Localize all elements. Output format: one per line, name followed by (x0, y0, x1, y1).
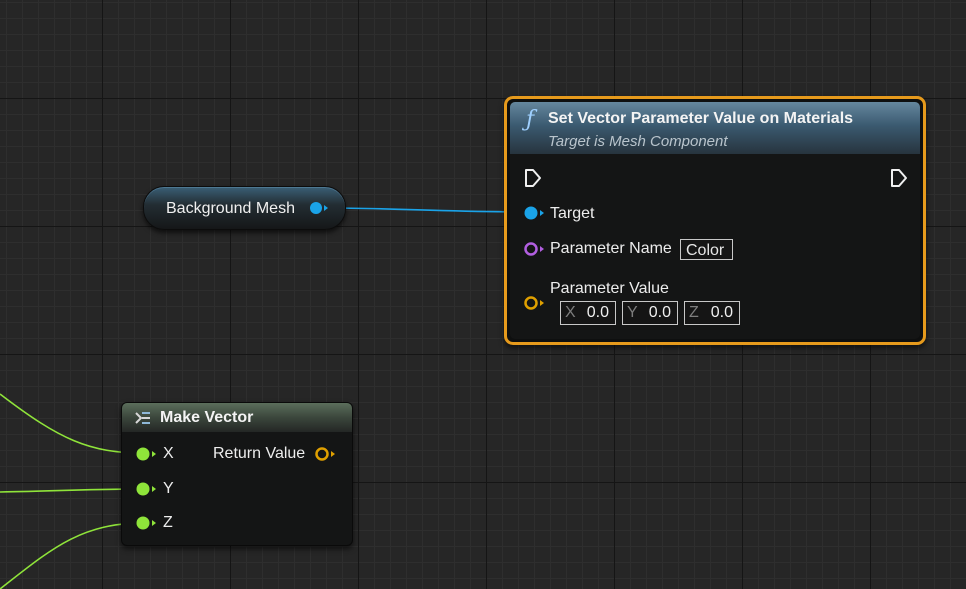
target-label: Target (550, 205, 595, 222)
axis-y-label: Y (627, 304, 638, 321)
axis-z-label: Z (689, 304, 699, 321)
axis-y-value: 0.0 (648, 304, 671, 321)
node-title: Set Vector Parameter Value on Materials (548, 110, 854, 127)
background-mesh-getter-node[interactable]: Background Mesh (143, 186, 346, 230)
set-vector-parameter-node[interactable]: ƒ Set Vector Parameter Value on Material… (504, 96, 926, 345)
return-value-label: Return Value (213, 445, 306, 462)
axis-z-value: 0.0 (710, 304, 733, 321)
parameter-value-pin-icon[interactable] (524, 295, 546, 316)
target-pin-icon[interactable] (524, 205, 546, 226)
make-vector-node[interactable]: Make Vector X Y Z Return Value (121, 402, 353, 546)
parameter-name-label: Parameter Name (550, 240, 672, 257)
parameter-name-input[interactable]: Color (680, 239, 733, 260)
getter-label: Background Mesh (166, 200, 295, 217)
axis-x-value: 0.0 (586, 304, 609, 321)
wire-mesh-to-target[interactable] (323, 207, 533, 213)
function-node-header[interactable]: ƒ Set Vector Parameter Value on Material… (510, 102, 920, 154)
z-input-pin-icon[interactable] (136, 515, 158, 536)
vector-z-input[interactable]: Z 0.0 (684, 301, 740, 325)
y-input-pin-icon[interactable] (136, 481, 158, 502)
y-input-label: Y (163, 480, 174, 497)
vector-x-input[interactable]: X 0.0 (560, 301, 616, 325)
vector-y-input[interactable]: Y 0.0 (622, 301, 678, 325)
x-input-pin-icon[interactable] (136, 446, 158, 467)
exec-input-pin-icon[interactable] (524, 168, 542, 193)
node-subtitle: Target is Mesh Component (548, 133, 728, 150)
parameter-value-label: Parameter Value (550, 280, 669, 297)
make-struct-icon (134, 410, 152, 431)
z-input-label: Z (163, 514, 173, 531)
return-value-pin-icon[interactable] (315, 446, 337, 467)
make-vector-title: Make Vector (160, 409, 254, 426)
function-icon: ƒ (526, 107, 535, 132)
parameter-name-pin-icon[interactable] (524, 241, 546, 262)
object-output-pin-icon[interactable] (309, 201, 329, 220)
x-input-label: X (163, 445, 174, 462)
make-vector-header[interactable]: Make Vector (122, 403, 352, 432)
axis-x-label: X (565, 304, 576, 321)
exec-output-pin-icon[interactable] (890, 168, 908, 193)
